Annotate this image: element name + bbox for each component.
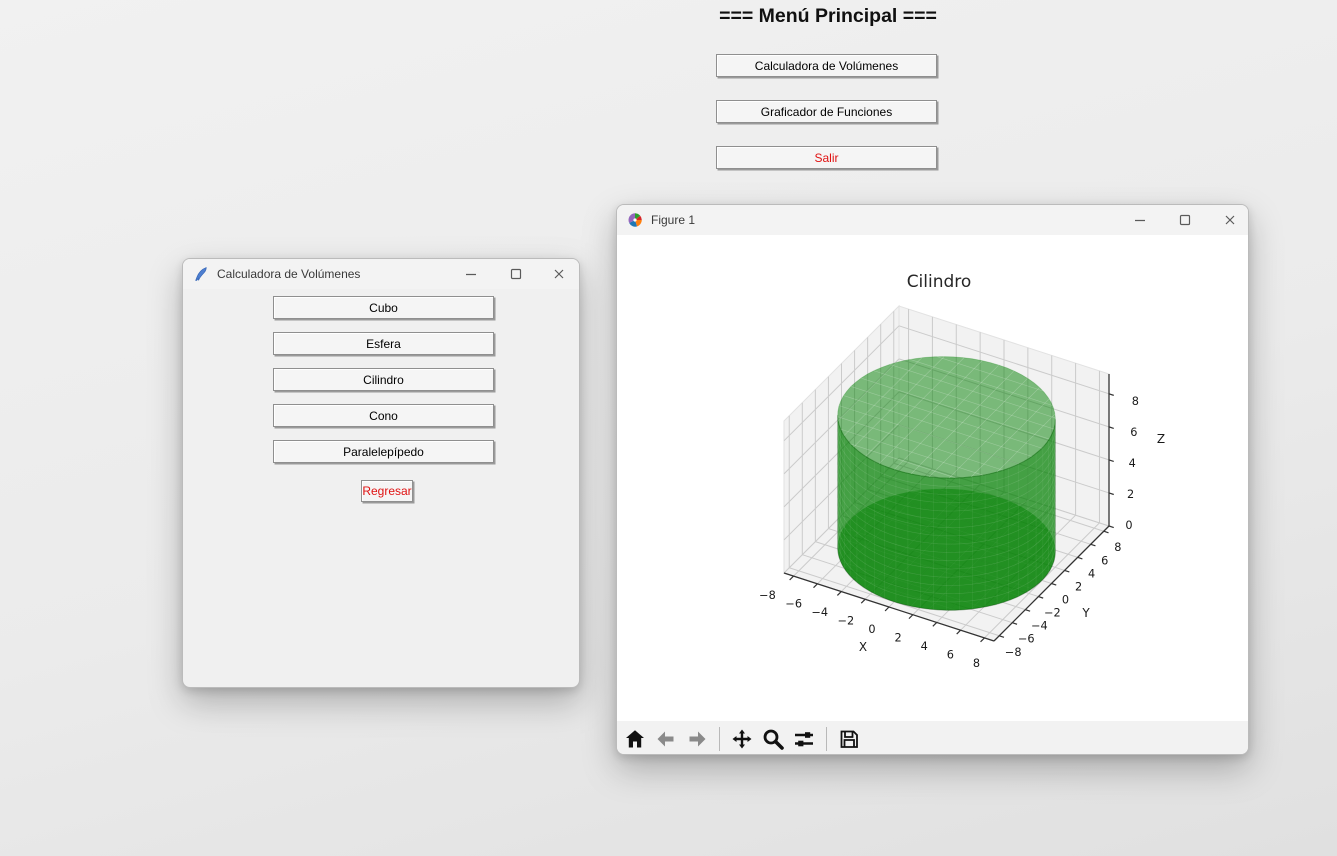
sliders-icon — [795, 731, 813, 746]
svg-text:6: 6 — [1130, 426, 1137, 439]
parallelepiped-button[interactable]: Paralelepípedo — [273, 440, 494, 463]
svg-text:X: X — [859, 640, 867, 654]
zoom-icon — [763, 729, 784, 750]
volume-window-title: Calculadora de Volúmenes — [217, 267, 361, 281]
figure-window-title: Figure 1 — [651, 213, 696, 227]
cone-button[interactable]: Cono — [273, 404, 494, 427]
svg-text:8: 8 — [973, 657, 980, 670]
svg-text:−2: −2 — [1044, 607, 1061, 620]
configure-subplots-button[interactable] — [791, 726, 817, 752]
sphere-button[interactable]: Esfera — [273, 332, 494, 355]
function-plotter-button[interactable]: Graficador de Funciones — [716, 100, 937, 123]
figure-minimize-button[interactable] — [1117, 205, 1162, 234]
volume-maximize-button[interactable] — [493, 259, 538, 288]
svg-text:0: 0 — [868, 623, 875, 636]
cylinder-button[interactable]: Cilindro — [273, 368, 494, 391]
toolbar-separator — [719, 726, 720, 751]
svg-text:6: 6 — [947, 648, 954, 661]
svg-text:−6: −6 — [1018, 633, 1035, 646]
toolbar-separator — [826, 726, 827, 751]
figure-window: Figure 1 Cilindro −8 −6 −4 −2 0 2 4 6 8 −8 −6 −4 −2 0… — [616, 204, 1249, 755]
svg-text:4: 4 — [1088, 567, 1095, 580]
volume-calculator-button[interactable]: Calculadora de Volúmenes — [716, 54, 937, 77]
svg-text:−4: −4 — [811, 606, 828, 619]
home-icon — [626, 729, 644, 747]
forward-nav-button[interactable] — [684, 726, 710, 752]
svg-text:−6: −6 — [785, 598, 802, 611]
svg-text:−8: −8 — [1005, 646, 1022, 659]
desktop: { "main_menu": { "title": "=== Menú Prin… — [0, 0, 1337, 856]
back-arrow-icon — [657, 731, 674, 746]
pan-button[interactable] — [729, 726, 755, 752]
minimize-icon — [1134, 219, 1145, 221]
svg-text:2: 2 — [895, 632, 902, 645]
svg-text:Y: Y — [1081, 606, 1090, 620]
figure-toolbar — [617, 721, 1248, 754]
svg-text:4: 4 — [1129, 457, 1136, 470]
maximize-icon — [1179, 214, 1190, 225]
volume-close-button[interactable] — [536, 259, 579, 288]
zoom-button[interactable] — [760, 726, 786, 752]
save-button[interactable] — [836, 726, 862, 752]
svg-text:6: 6 — [1101, 554, 1108, 567]
exit-button[interactable]: Salir — [716, 146, 937, 169]
close-icon — [1225, 215, 1234, 224]
svg-text:0: 0 — [1062, 594, 1069, 607]
cube-button[interactable]: Cubo — [273, 296, 494, 319]
svg-text:−4: −4 — [1031, 620, 1048, 633]
svg-text:Z: Z — [1157, 432, 1165, 446]
volume-window-titlebar[interactable]: Calculadora de Volúmenes — [183, 259, 579, 289]
svg-text:0: 0 — [1125, 519, 1132, 532]
svg-text:2: 2 — [1075, 580, 1082, 593]
save-icon — [840, 730, 858, 748]
svg-text:2: 2 — [1127, 488, 1134, 501]
home-button[interactable] — [622, 726, 648, 752]
close-icon — [554, 269, 563, 278]
plot-title: Cilindro — [907, 272, 972, 292]
volume-calculator-window: Calculadora de Volúmenes Cubo Esfera Cil… — [182, 258, 580, 688]
plot-3d-cylinder[interactable]: Cilindro −8−6−4−202468−8−6−4−20246802468… — [617, 235, 1249, 721]
forward-arrow-icon — [689, 731, 706, 746]
svg-text:8: 8 — [1114, 541, 1121, 554]
figure-maximize-button[interactable] — [1162, 205, 1207, 234]
matplotlib-icon — [628, 213, 642, 227]
svg-text:−8: −8 — [759, 589, 776, 602]
figure-window-titlebar[interactable]: Figure 1 — [617, 205, 1248, 235]
svg-text:8: 8 — [1132, 395, 1139, 408]
svg-text:4: 4 — [921, 640, 928, 653]
minimize-icon — [465, 273, 476, 275]
main-menu-title: === Menú Principal === — [719, 5, 937, 27]
figure-canvas[interactable]: Cilindro −8 −6 −4 −2 0 2 4 6 8 −8 −6 −4 −2 0 2 4 6 8 0 2 4 6 8… — [617, 235, 1249, 721]
volume-minimize-button[interactable] — [448, 259, 493, 288]
svg-text:−2: −2 — [838, 615, 855, 628]
back-nav-button[interactable] — [653, 726, 679, 752]
tk-feather-icon — [195, 267, 207, 282]
back-button[interactable]: Regresar — [361, 480, 413, 502]
pan-icon — [732, 729, 752, 748]
figure-close-button[interactable] — [1207, 205, 1248, 234]
maximize-icon — [510, 268, 521, 279]
